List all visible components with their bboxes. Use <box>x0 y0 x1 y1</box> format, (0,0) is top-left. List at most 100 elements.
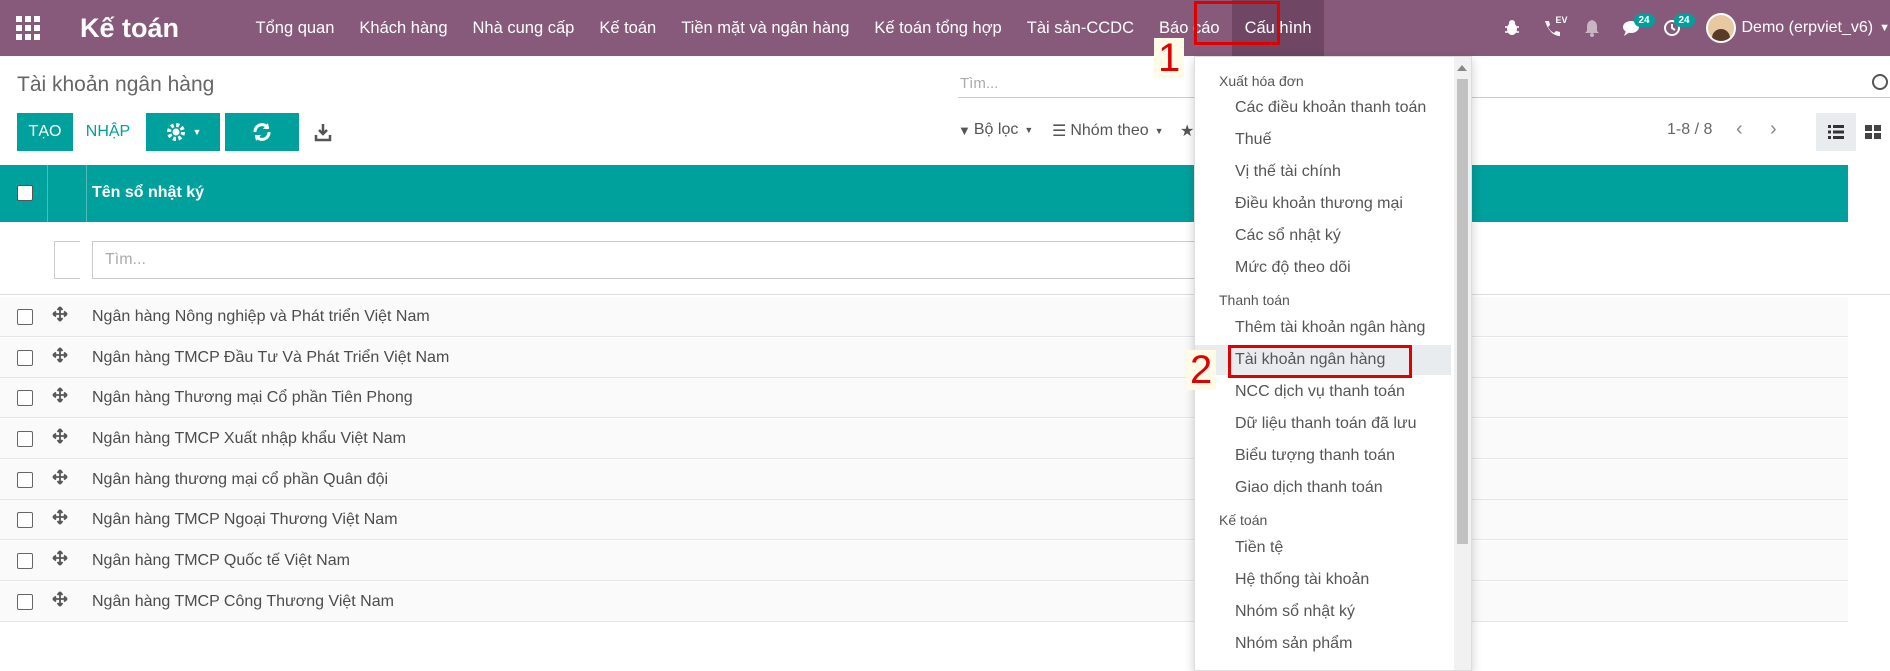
menu-item-overview[interactable]: Tổng quan <box>243 0 347 56</box>
dropdown-section-header: Xuất hóa đơn <box>1219 73 1304 89</box>
dropdown-item-taxes[interactable]: Thuế <box>1195 125 1451 155</box>
drag-handle-icon[interactable] <box>52 550 68 566</box>
menu-item-general-ledger[interactable]: Kế toán tổng hợp <box>862 0 1014 56</box>
annotation-box-step-1 <box>1194 1 1280 45</box>
annotation-box-step-2 <box>1228 345 1412 378</box>
list-view-button[interactable] <box>1816 113 1856 151</box>
gear-icon <box>166 123 185 141</box>
list-view-icon <box>1828 125 1844 139</box>
row-checkbox[interactable] <box>17 553 33 569</box>
dropdown-item-payment-transactions[interactable]: Giao dịch thanh toán <box>1195 473 1451 503</box>
app-brand[interactable]: Kế toán <box>80 13 179 44</box>
drag-handle-icon[interactable] <box>52 428 68 444</box>
scroll-up-icon[interactable] <box>1457 65 1467 71</box>
drag-handle-icon[interactable] <box>52 591 68 607</box>
caret-down-icon: ▼ <box>1879 22 1890 34</box>
pager-previous-icon[interactable]: ‹ <box>1736 118 1743 141</box>
bug-icon[interactable] <box>1492 0 1532 56</box>
action-menu-button[interactable]: ▼ <box>146 113 220 151</box>
row-checkbox[interactable] <box>17 431 33 447</box>
navbar-systray: EV 24 24 Demo (erpviet_v6) ▼ <box>1492 0 1890 56</box>
bell-icon[interactable] <box>1572 0 1612 56</box>
avatar <box>1705 13 1736 43</box>
dropdown-item-payment-acquirers[interactable]: NCC dịch vụ thanh toán <box>1195 377 1451 407</box>
name-filter-input[interactable]: Tìm... <box>92 241 1202 279</box>
dropdown-item-chart-of-accounts[interactable]: Hệ thống tài khoản <box>1195 565 1451 595</box>
group-by-dropdown[interactable]: ☰ Nhóm theo ▼ <box>1052 121 1164 141</box>
row-checkbox[interactable] <box>17 594 33 610</box>
handle-filter-box <box>54 241 80 279</box>
caret-down-icon: ▼ <box>1154 126 1164 136</box>
drag-handle-icon[interactable] <box>52 509 68 525</box>
scrollbar-thumb[interactable] <box>1457 79 1468 544</box>
pager-value[interactable]: 1-8 / 8 <box>1667 121 1712 139</box>
clock-icon[interactable]: 24 <box>1652 0 1695 56</box>
import-button[interactable]: NHẬP <box>80 113 136 151</box>
dropdown-item-journals[interactable]: Các sổ nhật ký <box>1195 221 1451 251</box>
caret-down-icon: ▼ <box>192 127 202 137</box>
menu-item-cash-bank[interactable]: Tiền mặt và ngân hàng <box>669 0 862 56</box>
group-by-label: Nhóm theo <box>1070 122 1149 139</box>
chat-icon[interactable]: 24 <box>1612 0 1655 56</box>
drag-handle-icon[interactable] <box>52 469 68 485</box>
select-all-cell <box>0 165 48 222</box>
pager-next-icon[interactable]: › <box>1770 118 1777 141</box>
star-icon: ★ <box>1180 123 1195 140</box>
drag-handle-icon[interactable] <box>52 306 68 322</box>
table-row[interactable]: Ngân hàng TMCP Quốc tế Việt Nam <box>0 541 1848 581</box>
phone-icon[interactable]: EV <box>1532 0 1572 56</box>
select-all-checkbox[interactable] <box>17 185 33 201</box>
download-icon[interactable] <box>314 122 332 142</box>
table-row[interactable]: Ngân hàng Nông nghiệp và Phát triển Việt… <box>0 297 1848 337</box>
table-row[interactable]: Ngân hàng Thương mại Cổ phần Tiên Phong <box>0 378 1848 418</box>
user-name: Demo (erpviet_v6) <box>1741 19 1874 36</box>
row-checkbox[interactable] <box>17 350 33 366</box>
row-checkbox[interactable] <box>17 390 33 406</box>
dropdown-scrollbar[interactable] <box>1454 57 1471 670</box>
menu-item-customers[interactable]: Khách hàng <box>347 0 460 56</box>
dropdown-item-saved-payment-data[interactable]: Dữ liệu thanh toán đã lưu <box>1195 409 1451 439</box>
activities-badge: 24 <box>1673 14 1695 27</box>
drag-handle-icon[interactable] <box>52 347 68 363</box>
dropdown-item-currencies[interactable]: Tiền tệ <box>1195 533 1451 563</box>
row-name: Ngân hàng Thương mại Cổ phần Tiên Phong <box>92 389 413 406</box>
refresh-button[interactable] <box>225 113 299 151</box>
dropdown-item-product-categories[interactable]: Nhóm sản phẩm <box>1195 629 1451 659</box>
dropdown-item-follow-up-levels[interactable]: Mức độ theo dõi <box>1195 253 1451 283</box>
dropdown-section-header: Thanh toán <box>1219 292 1290 308</box>
user-menu[interactable]: Demo (erpviet_v6) ▼ <box>1705 13 1890 43</box>
favorites-dropdown[interactable]: ★ <box>1180 121 1194 141</box>
dropdown-item-journal-groups[interactable]: Nhóm sổ nhật ký <box>1195 597 1451 627</box>
column-header-name[interactable]: Tên sổ nhật ký <box>92 184 204 202</box>
filters-dropdown[interactable]: ▼ Bộ lọc ▼ <box>958 121 1033 139</box>
page-title: Tài khoản ngân hàng <box>17 73 215 96</box>
row-name: Ngân hàng Nông nghiệp và Phát triển Việt… <box>92 308 430 325</box>
row-checkbox[interactable] <box>17 512 33 528</box>
kanban-view-icon <box>1865 125 1881 139</box>
table-row[interactable]: Ngân hàng TMCP Ngoại Thương Việt Nam <box>0 500 1848 540</box>
table-row[interactable]: Ngân hàng thương mại cổ phần Quân đội <box>0 460 1848 500</box>
dropdown-item-add-bank-account[interactable]: Thêm tài khoản ngân hàng <box>1195 313 1451 343</box>
row-name: Ngân hàng TMCP Ngoại Thương Việt Nam <box>92 511 398 528</box>
menu-item-accounting[interactable]: Kế toán <box>587 0 669 56</box>
table-row[interactable]: Ngân hàng TMCP Đầu Tư Và Phát Triển Việt… <box>0 338 1848 378</box>
dropdown-item-incoterms[interactable]: Điều khoản thương mại <box>1195 189 1451 219</box>
apps-menu-icon[interactable] <box>0 0 56 56</box>
handle-column-header <box>48 165 87 222</box>
list-icon: ☰ <box>1052 123 1067 140</box>
drag-handle-icon[interactable] <box>52 387 68 403</box>
table-row[interactable]: Ngân hàng TMCP Công Thương Việt Nam <box>0 582 1848 622</box>
search-icon[interactable] <box>1872 74 1888 90</box>
dropdown-item-payment-icons[interactable]: Biểu tượng thanh toán <box>1195 441 1451 471</box>
dropdown-item-payment-terms[interactable]: Các điều khoản thanh toán <box>1195 93 1451 123</box>
menu-item-vendors[interactable]: Nhà cung cấp <box>460 0 587 56</box>
table-row[interactable]: Ngân hàng TMCP Xuất nhập khẩu Việt Nam <box>0 419 1848 459</box>
menu-item-assets[interactable]: Tài sản-CCDC <box>1014 0 1146 56</box>
row-checkbox[interactable] <box>17 309 33 325</box>
dropdown-item-fiscal-positions[interactable]: Vị thế tài chính <box>1195 157 1451 187</box>
kanban-view-button[interactable] <box>1856 113 1890 151</box>
row-checkbox[interactable] <box>17 472 33 488</box>
create-button[interactable]: TẠO <box>17 113 73 151</box>
list-header: Tên sổ nhật ký <box>0 165 1848 222</box>
dropdown-section-header: Kế toán <box>1219 512 1268 528</box>
